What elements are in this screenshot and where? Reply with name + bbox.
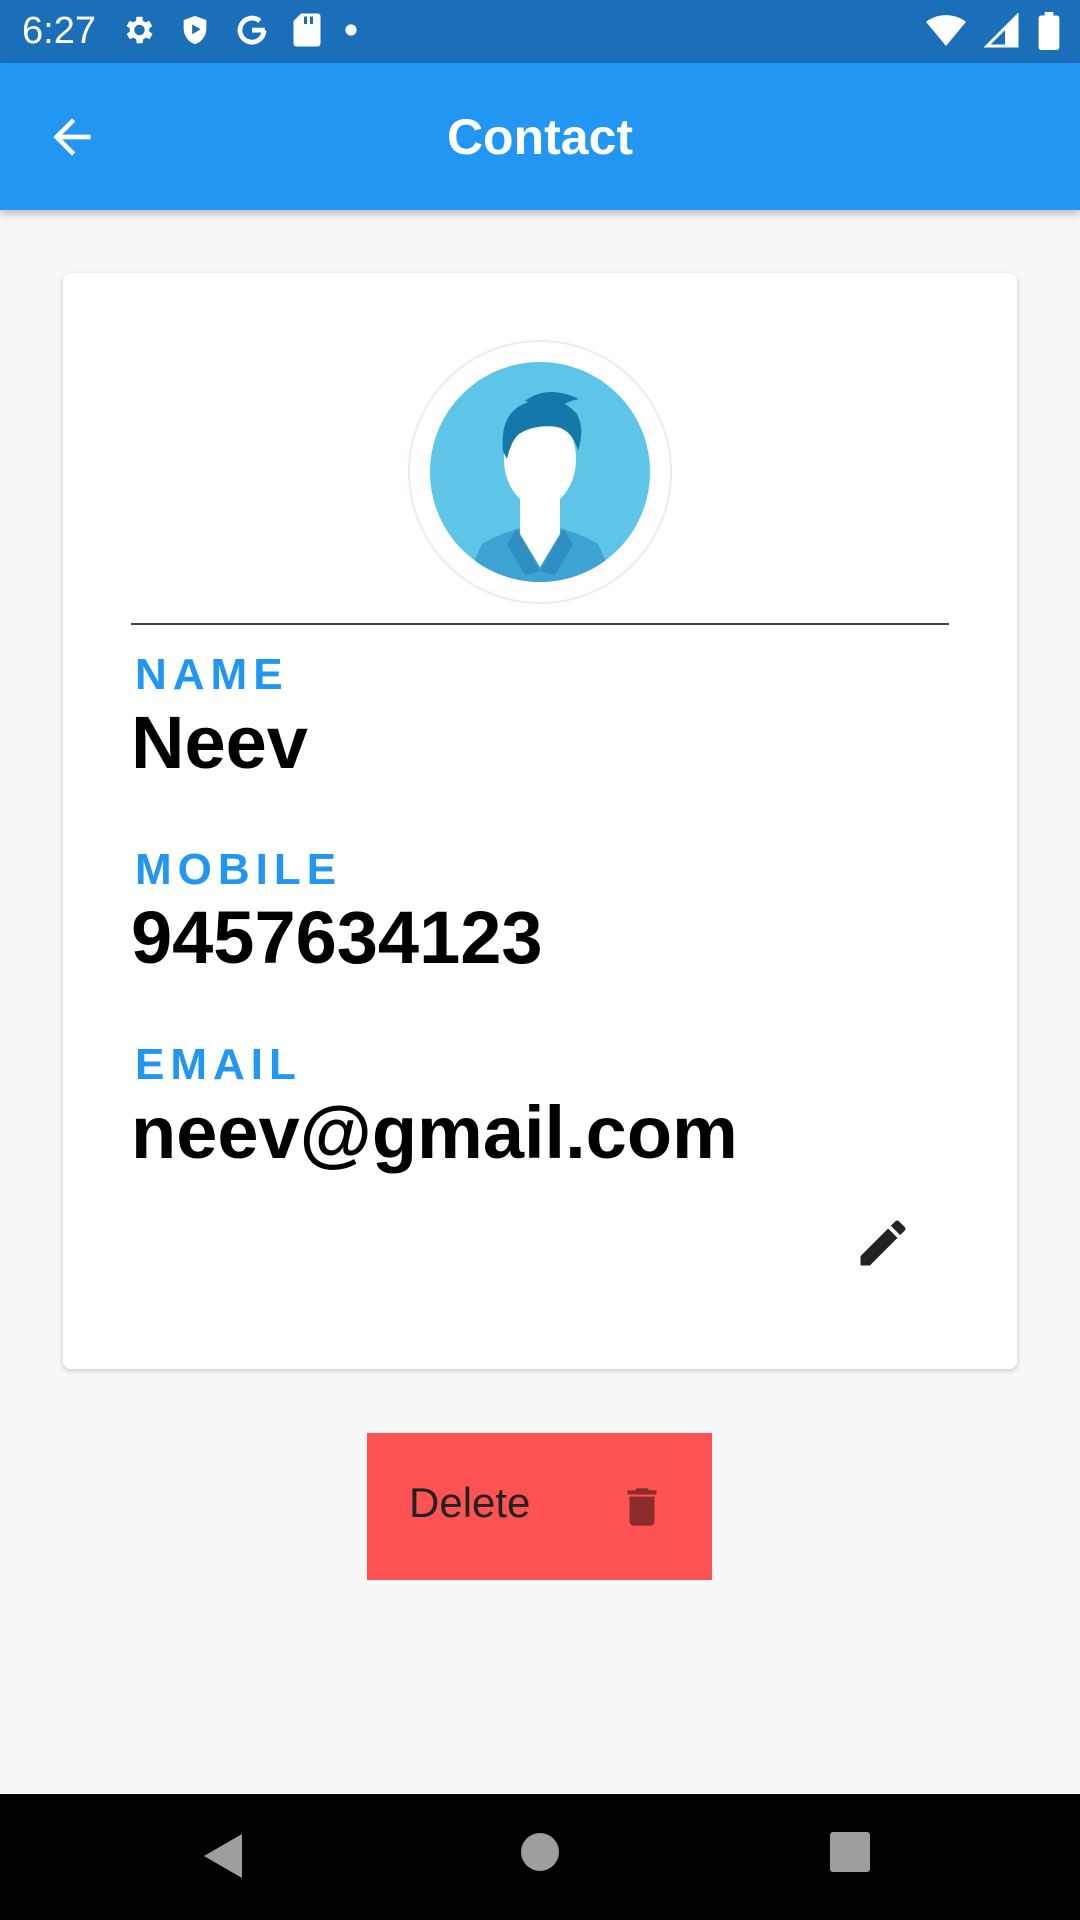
nav-recents-icon[interactable]	[830, 1832, 870, 1872]
delete-label: Delete	[409, 1479, 531, 1526]
status-icons-right	[926, 12, 1060, 50]
trash-icon	[627, 1488, 657, 1526]
status-time: 6:27	[22, 10, 96, 52]
app-bar: Contact	[0, 63, 1080, 210]
nav-home-icon[interactable]	[520, 1832, 560, 1872]
sd-card-icon	[293, 13, 321, 47]
page-title: Contact	[446, 109, 634, 165]
divider	[131, 623, 949, 625]
gear-icon	[126, 16, 153, 44]
wifi-icon	[926, 15, 966, 46]
email-value: neev@gmail.com	[131, 1091, 738, 1174]
delete-button[interactable]: Delete	[367, 1433, 712, 1580]
avatar	[408, 340, 672, 604]
pencil-icon[interactable]	[853, 1213, 913, 1273]
dot-icon	[345, 24, 357, 36]
battery-icon	[1038, 12, 1060, 50]
name-label: NAME	[135, 650, 289, 699]
email-label: EMAIL	[135, 1040, 302, 1089]
system-nav-bar	[0, 1794, 1080, 1920]
mobile-value: 9457634123	[131, 896, 543, 979]
nav-back-icon[interactable]	[202, 1832, 246, 1880]
status-icons-left	[120, 12, 358, 48]
google-icon	[237, 15, 267, 45]
signal-icon	[984, 13, 1019, 48]
contact-card: NAME Neev MOBILE 9457634123 EMAIL neev@g…	[63, 273, 1017, 1369]
mobile-label: MOBILE	[135, 845, 343, 894]
name-value: Neev	[131, 701, 308, 784]
status-bar: 6:27	[0, 0, 1080, 63]
shield-play-icon	[183, 15, 207, 45]
